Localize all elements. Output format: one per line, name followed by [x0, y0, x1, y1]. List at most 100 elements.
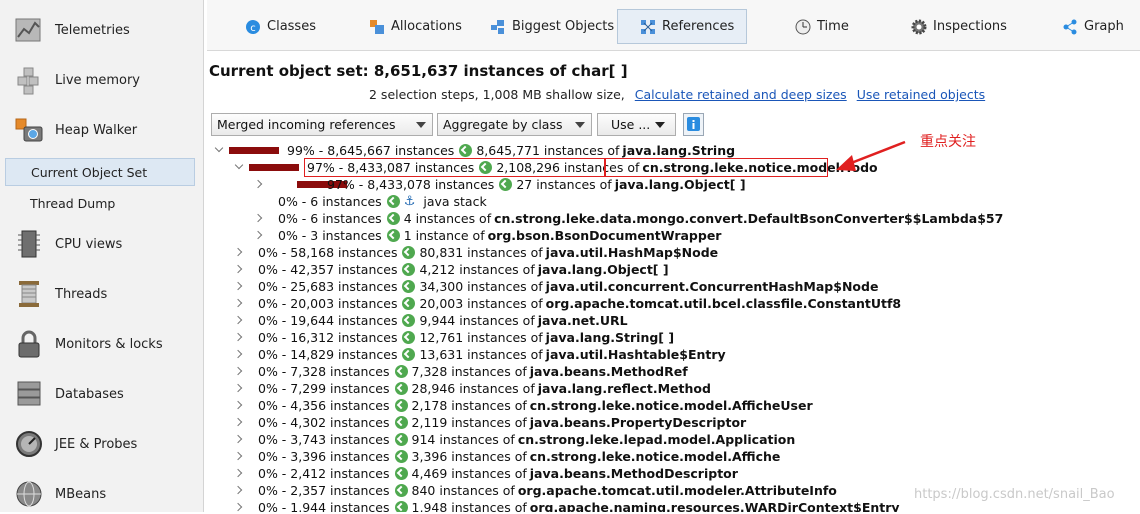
- tree-row[interactable]: 0% - 6 instances 4 instances of cn.stron…: [207, 210, 1140, 227]
- expand-icon[interactable]: [233, 261, 243, 278]
- sidebar-item-thread-dump[interactable]: Thread Dump: [5, 190, 194, 216]
- tab-references[interactable]: References: [617, 9, 747, 44]
- sidebar-item-live-memory[interactable]: Live memory: [0, 60, 203, 100]
- expand-icon[interactable]: [233, 295, 243, 312]
- class-name: cn.strong.leke.notice.model.Affiche: [529, 449, 781, 464]
- expand-icon[interactable]: [233, 465, 243, 482]
- sidebar-item-threads[interactable]: Threads: [0, 274, 203, 314]
- tree-row[interactable]: 0% - 7,328 instances 7,328 instances of ja…: [207, 363, 1140, 380]
- retained-stats: 0% - 20,003 instances: [258, 296, 398, 311]
- heap-walker-icon: [15, 118, 43, 142]
- class-name: java.net.URL: [537, 313, 628, 328]
- sidebar-item-current-object-set[interactable]: Current Object Set: [5, 158, 195, 186]
- tab-biggest-objects[interactable]: Biggest Objects: [490, 9, 614, 44]
- tree-row[interactable]: 0% - 25,683 instances 34,300 instances of…: [207, 278, 1140, 295]
- tab-time[interactable]: Time: [795, 9, 849, 44]
- class-icon: [394, 501, 408, 512]
- expand-icon[interactable]: [253, 176, 263, 193]
- percentage-bar: [249, 164, 299, 171]
- tab-allocations[interactable]: Allocations: [369, 9, 462, 44]
- tab-inspections[interactable]: Inspections: [911, 9, 1007, 44]
- sidebar-item-monitors-locks[interactable]: Monitors & locks: [0, 324, 203, 364]
- help-button[interactable]: [683, 113, 704, 136]
- tree-row[interactable]: 0% - 4,356 instances 2,178 instances of cn…: [207, 397, 1140, 414]
- cpu-views-icon: [18, 230, 40, 258]
- instance-count: 13,631 instances of: [419, 347, 543, 362]
- collapse-icon[interactable]: [214, 142, 224, 159]
- tab-classes[interactable]: c Classes: [245, 9, 316, 44]
- expand-icon[interactable]: [253, 210, 263, 227]
- tree-row[interactable]: 0% - 58,168 instances 80,831 instances of…: [207, 244, 1140, 261]
- reference-tree[interactable]: 99% - 8,645,667 instances 8,645,771 inst…: [207, 140, 1140, 512]
- gauge-icon: [16, 431, 42, 457]
- expand-icon[interactable]: [233, 363, 243, 380]
- use-menu-button[interactable]: Use ...: [597, 113, 676, 136]
- expand-icon[interactable]: [233, 414, 243, 431]
- expand-icon[interactable]: [233, 397, 243, 414]
- use-retained-objects-link[interactable]: Use retained objects: [857, 87, 985, 102]
- tree-row[interactable]: 0% - 42,357 instances 4,212 instances of j…: [207, 261, 1140, 278]
- retained-stats: 0% - 3,396 instances: [258, 449, 390, 464]
- globe-icon: [16, 481, 42, 507]
- tree-row[interactable]: 0% - 16,312 instances 12,761 instances of…: [207, 329, 1140, 346]
- expand-icon[interactable]: [233, 244, 243, 261]
- expand-icon[interactable]: [233, 312, 243, 329]
- class-name: java.lang.String: [622, 143, 736, 158]
- expand-icon[interactable]: [233, 346, 243, 363]
- expand-icon[interactable]: [233, 482, 243, 499]
- tab-label: References: [662, 19, 735, 34]
- sidebar-item-databases[interactable]: Databases: [0, 374, 203, 414]
- tree-row[interactable]: 0% - 3 instances 1 instance of org.bson.…: [207, 227, 1140, 244]
- sidebar-item-mbeans[interactable]: MBeans: [0, 474, 203, 514]
- chevron-down-icon: [575, 122, 585, 128]
- class-name: org.apache.naming.resources.WARDirContex…: [529, 500, 900, 512]
- page-title: Current object set: 8,651,637 instances …: [209, 62, 628, 80]
- expand-icon[interactable]: [233, 380, 243, 397]
- calculate-retained-sizes-link[interactable]: Calculate retained and deep sizes: [635, 87, 847, 102]
- tree-row[interactable]: 0% - 6 instances ⚓ java stack: [207, 193, 1140, 210]
- retained-stats: 0% - 4,302 instances: [258, 415, 390, 430]
- reference-mode-select[interactable]: Merged incoming references: [211, 113, 433, 136]
- class-icon: [402, 331, 416, 344]
- class-icon: [402, 280, 416, 293]
- tree-row[interactable]: 0% - 4,302 instances 2,119 instances of ja…: [207, 414, 1140, 431]
- tree-row[interactable]: 0% - 20,003 instances 20,003 instances of…: [207, 295, 1140, 312]
- tree-row[interactable]: 99% - 8,645,667 instances 8,645,771 inst…: [207, 142, 1140, 159]
- aggregation-select[interactable]: Aggregate by class: [437, 113, 592, 136]
- class-name: java.lang.Object[ ]: [537, 262, 669, 277]
- tree-row[interactable]: 0% - 3,743 instances 914 instances of cn.s…: [207, 431, 1140, 448]
- class-name: java.util.Hashtable$Entry: [545, 347, 726, 362]
- tree-row[interactable]: 97% - 8,433,078 instances 27 instances o…: [207, 176, 1140, 193]
- sidebar-item-cpu-views[interactable]: CPU views: [0, 224, 203, 264]
- class-icon: [394, 382, 408, 395]
- expand-icon[interactable]: [253, 227, 263, 244]
- expand-icon[interactable]: [233, 448, 243, 465]
- sidebar-item-heap-walker[interactable]: Heap Walker: [0, 110, 203, 150]
- class-icon: [386, 212, 400, 225]
- use-menu-label: Use ...: [611, 117, 651, 132]
- tree-row[interactable]: 0% - 2,412 instances 4,469 instances of ja…: [207, 465, 1140, 482]
- expand-icon[interactable]: [233, 278, 243, 295]
- sidebar-item-label: Databases: [55, 386, 124, 402]
- expand-icon[interactable]: [233, 329, 243, 346]
- tab-graph[interactable]: Graph: [1062, 9, 1124, 44]
- sidebar-item-label: Live memory: [55, 72, 140, 88]
- tree-row[interactable]: 0% - 3,396 instances 3,396 instances of cn…: [207, 448, 1140, 465]
- sidebar-item-jee-probes[interactable]: JEE & Probes: [0, 424, 203, 464]
- tree-row[interactable]: 0% - 7,299 instances 28,946 instances of j…: [207, 380, 1140, 397]
- expand-icon[interactable]: [233, 431, 243, 448]
- tree-row[interactable]: 0% - 14,829 instances 13,631 instances of…: [207, 346, 1140, 363]
- retained-stats: 0% - 1,944 instances: [258, 500, 390, 512]
- collapse-icon[interactable]: [234, 159, 244, 176]
- sidebar-item-telemetries[interactable]: Telemetries: [0, 10, 203, 50]
- sidebar-item-label: MBeans: [55, 486, 107, 502]
- aggregation-value: Aggregate by class: [443, 117, 563, 132]
- expand-icon[interactable]: [233, 499, 243, 512]
- tree-row[interactable]: 0% - 19,644 instances 9,944 instances of j…: [207, 312, 1140, 329]
- instance-count: 3,396 instances of: [411, 449, 527, 464]
- class-icon: [499, 178, 513, 191]
- retained-stats: 0% - 7,299 instances: [258, 381, 390, 396]
- retained-stats: 0% - 4,356 instances: [258, 398, 390, 413]
- class-icon: [386, 195, 400, 208]
- retained-stats: 0% - 19,644 instances: [258, 313, 398, 328]
